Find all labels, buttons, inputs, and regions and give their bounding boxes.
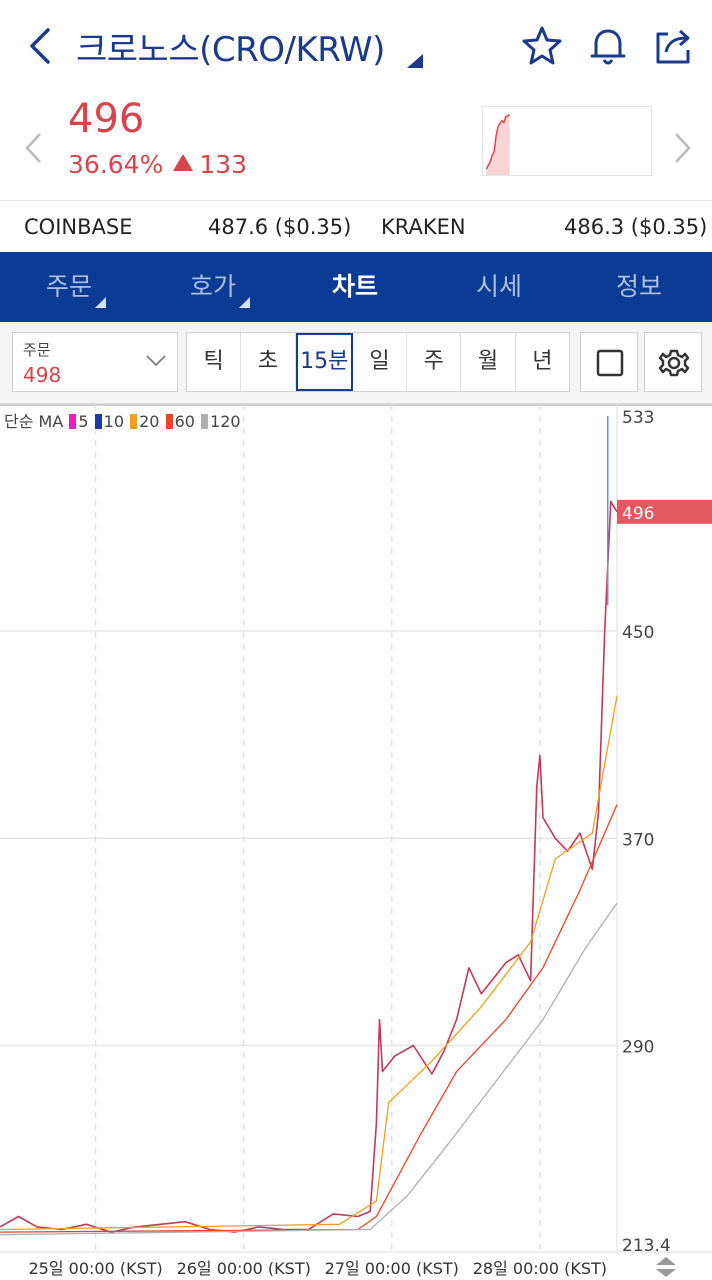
period-month[interactable]: 월 xyxy=(461,333,516,391)
price-chart[interactable]: 533450370290213.4T)25일 00:00 (KST)26일 00… xyxy=(0,404,712,1280)
tab-order[interactable]: 주문 xyxy=(46,252,107,322)
y-tick-label: 450 xyxy=(622,623,654,643)
order-select-label: 주문 xyxy=(23,341,51,359)
tab-chart[interactable]: 차트 xyxy=(332,252,378,322)
price-sparkline xyxy=(482,106,652,176)
order-select[interactable]: 주문 498 xyxy=(12,332,178,392)
y-tick-label: 370 xyxy=(622,830,654,850)
ma-legend-prefix: 단순 MA xyxy=(4,412,64,431)
ma-label: 10 xyxy=(103,412,125,431)
next-arrow-icon[interactable] xyxy=(670,130,694,166)
chevron-down-icon xyxy=(146,355,166,367)
x-tick-label: 27일 00:00 (KST) xyxy=(325,1259,459,1278)
period-15min[interactable]: 15분 xyxy=(295,333,353,391)
tab-info[interactable]: 정보 xyxy=(616,252,662,322)
page-title[interactable]: 크로노스(CRO/KRW) xyxy=(76,22,385,71)
exchange-value: 486.3 ($0.35) xyxy=(564,215,708,239)
tab-bar: 주문 호가 차트 시세 정보 xyxy=(0,252,712,322)
price-summary: 496 36.64% 133 xyxy=(0,92,712,200)
ma-label: 60 xyxy=(174,412,195,431)
exchange-value: 487.6 ($0.35) xyxy=(208,215,352,239)
tab-orderbook[interactable]: 호가 xyxy=(190,252,251,322)
tab-dropdown-icon xyxy=(95,297,107,308)
title-dropdown-caret-icon[interactable] xyxy=(407,54,423,68)
exchange-prices: COINBASE 487.6 ($0.35) KRAKEN 486.3 ($0.… xyxy=(0,200,712,252)
period-tick[interactable]: 틱 xyxy=(187,333,242,391)
x-tick-label: 25일 00:00 (KST) xyxy=(28,1259,162,1278)
last-price-label: 496 xyxy=(622,504,654,524)
x-tick-label: 28일 00:00 (KST) xyxy=(473,1259,607,1278)
ma-label: 120 xyxy=(210,412,241,431)
header-bar: 크로노스(CRO/KRW) xyxy=(0,0,712,92)
back-icon[interactable] xyxy=(22,24,62,68)
scroll-up-icon xyxy=(656,1257,676,1265)
ma-swatch xyxy=(69,414,77,429)
exchange-name: COINBASE xyxy=(24,215,133,239)
gear-icon xyxy=(658,349,690,377)
ma-swatch xyxy=(201,414,209,429)
tab-dropdown-icon xyxy=(239,297,251,308)
ma-line xyxy=(0,695,618,1231)
up-triangle-icon xyxy=(173,154,194,171)
y-tick-label: 533 xyxy=(622,408,654,428)
bell-icon[interactable] xyxy=(586,24,630,68)
ma-label: 20 xyxy=(139,412,160,431)
chart-toolbar: 주문 498 틱 초 15분 일 주 월 년 xyxy=(0,322,712,404)
ma-label: 5 xyxy=(78,412,89,431)
ma-legend: 단순 MA 5 10 20 60 120 xyxy=(4,408,241,432)
star-icon[interactable] xyxy=(520,24,564,68)
scroll-down-icon xyxy=(656,1269,676,1277)
current-price: 496 xyxy=(68,96,145,142)
settings-button[interactable] xyxy=(644,332,702,392)
fullscreen-button[interactable] xyxy=(580,332,638,392)
prev-arrow-icon[interactable] xyxy=(22,130,46,166)
change-percent: 36.64% xyxy=(68,150,164,179)
ma-swatch xyxy=(130,414,138,429)
chart-axes: 533450370290213.4T)25일 00:00 (KST)26일 00… xyxy=(28,408,712,1278)
share-icon[interactable] xyxy=(652,24,696,68)
y-tick-label: 213.4 xyxy=(622,1236,671,1256)
square-icon xyxy=(596,349,624,377)
tab-quotes[interactable]: 시세 xyxy=(476,252,522,322)
price-change: 36.64% 133 xyxy=(68,150,247,179)
ma-swatch xyxy=(94,414,102,429)
ma-swatch xyxy=(165,414,173,429)
chart-grid xyxy=(0,404,712,1253)
chart-series xyxy=(0,416,618,1236)
price-line xyxy=(0,500,618,1233)
period-day[interactable]: 일 xyxy=(353,333,408,391)
period-second[interactable]: 초 xyxy=(241,333,296,391)
ma-line xyxy=(0,804,618,1233)
period-selector: 틱 초 15분 일 주 월 년 xyxy=(186,332,570,392)
x-tick-label: 26일 00:00 (KST) xyxy=(177,1259,311,1278)
exchange-name: KRAKEN xyxy=(381,215,466,239)
change-amount: 133 xyxy=(199,150,248,179)
period-week[interactable]: 주 xyxy=(407,333,462,391)
y-tick-label: 290 xyxy=(622,1038,654,1058)
period-year[interactable]: 년 xyxy=(516,333,569,391)
scroll-arrows-icon[interactable] xyxy=(656,1257,676,1277)
ma-line xyxy=(0,902,618,1236)
order-select-value: 498 xyxy=(23,363,62,387)
